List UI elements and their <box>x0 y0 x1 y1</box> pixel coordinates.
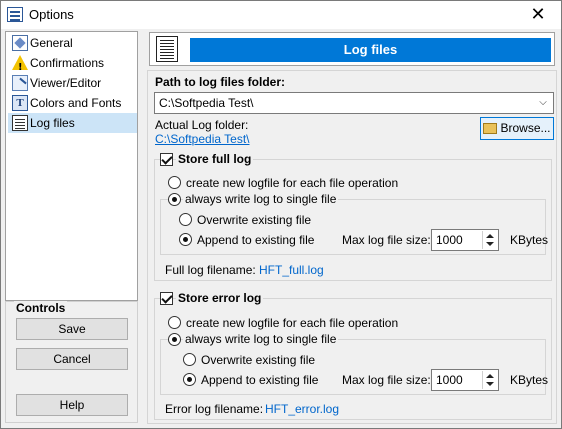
error-log-max-size-label: Max log file size: <box>342 373 431 387</box>
full-log-size-unit: KBytes <box>510 233 549 247</box>
page-header: Log files <box>149 32 555 66</box>
nav-item-general[interactable]: General <box>8 33 137 53</box>
full-log-new-file-label: create new logfile for each file operati… <box>186 176 399 190</box>
spin-buttons[interactable] <box>482 371 497 389</box>
error-log-title: Store error log <box>176 291 264 305</box>
folder-icon <box>483 123 498 135</box>
nav-item-label: Colors and Fonts <box>30 96 122 110</box>
nav-item-label: Viewer/Editor <box>30 76 102 90</box>
error-log-overwrite-label: Overwrite existing file <box>201 353 316 367</box>
full-log-append-label: Append to existing file <box>197 233 315 247</box>
general-settings-icon <box>12 35 28 51</box>
error-log-overwrite-radio[interactable] <box>183 353 196 366</box>
full-log-group: Store full log create new logfile for ea… <box>154 152 552 281</box>
controls-title: Controls <box>14 301 68 315</box>
store-full-log-checkbox[interactable] <box>160 153 173 166</box>
log-file-icon <box>156 36 178 62</box>
browse-button-label: Browse... <box>500 121 551 135</box>
full-log-title: Store full log <box>176 152 254 166</box>
nav-item-label: Log files <box>30 116 75 130</box>
full-log-single-file-label: always write log to single file <box>183 192 339 206</box>
full-log-max-size-stepper[interactable]: 1000 <box>431 229 499 251</box>
error-log-filename: HFT_error.log <box>265 402 340 416</box>
error-log-single-file-radio[interactable] <box>168 333 181 346</box>
full-log-max-size-value: 1000 <box>436 233 463 247</box>
actual-folder-link[interactable]: C:\Softpedia Test\ <box>155 132 250 146</box>
error-log-filename-label: Error log filename: <box>165 402 264 416</box>
log-path-combobox[interactable]: C:\Softpedia Test\ ⌵ <box>154 92 554 114</box>
full-log-max-size-label: Max log file size: <box>342 233 431 247</box>
error-log-single-file-label: always write log to single file <box>183 332 339 346</box>
chevron-down-icon[interactable] <box>486 242 494 246</box>
cancel-button[interactable]: Cancel <box>16 348 128 370</box>
help-button[interactable]: Help <box>16 394 128 416</box>
options-app-icon <box>7 7 23 22</box>
error-log-new-file-radio[interactable] <box>168 316 181 329</box>
log-file-icon <box>12 115 28 131</box>
cancel-button-label: Cancel <box>53 352 91 366</box>
error-log-new-file-label: create new logfile for each file operati… <box>186 316 399 330</box>
store-error-log-checkbox[interactable] <box>160 292 173 305</box>
full-log-append-radio[interactable] <box>179 233 192 246</box>
full-log-single-file-group: always write log to single file Overwrit… <box>160 192 549 255</box>
full-log-single-file-radio[interactable] <box>168 193 181 206</box>
error-log-group: Store error log create new logfile for e… <box>154 291 552 420</box>
font-icon: T <box>12 95 28 111</box>
chevron-down-icon[interactable] <box>486 382 494 386</box>
page-title: Log files <box>190 38 551 62</box>
error-log-max-size-value: 1000 <box>436 373 463 387</box>
nav-item-colors-fonts[interactable]: T Colors and Fonts <box>8 93 137 113</box>
controls-group: Controls Save Cancel Help <box>5 301 138 423</box>
full-log-overwrite-radio[interactable] <box>179 213 192 226</box>
chevron-up-icon[interactable] <box>486 234 494 238</box>
log-path-value: C:\Softpedia Test\ <box>159 96 254 110</box>
close-button[interactable]: ✕ <box>515 1 561 29</box>
chevron-up-icon[interactable] <box>486 374 494 378</box>
error-log-max-size-stepper[interactable]: 1000 <box>431 369 499 391</box>
error-log-size-unit: KBytes <box>510 373 549 387</box>
browse-button[interactable]: Browse... <box>480 117 554 140</box>
path-label: Path to log files folder: <box>155 75 286 89</box>
full-log-filename: HFT_full.log <box>259 263 324 277</box>
full-log-overwrite-label: Overwrite existing file <box>197 213 312 227</box>
window-title: Options <box>29 7 74 22</box>
options-category-list[interactable]: General ! Confirmations Viewer/Editor T … <box>5 31 138 301</box>
save-button[interactable]: Save <box>16 318 128 340</box>
log-files-panel: Path to log files folder: C:\Softpedia T… <box>147 70 557 424</box>
close-icon: ✕ <box>530 4 546 25</box>
chevron-down-icon[interactable]: ⌵ <box>536 93 550 113</box>
full-log-filename-label: Full log filename: <box>165 263 256 277</box>
title-bar: Options ✕ <box>1 1 561 29</box>
options-window: Options ✕ General ! Confirmations Viewer… <box>0 0 562 429</box>
error-log-single-file-group: always write log to single file Overwrit… <box>160 332 549 395</box>
actual-folder-label: Actual Log folder: <box>155 118 249 132</box>
full-log-new-file-radio[interactable] <box>168 176 181 189</box>
spin-buttons[interactable] <box>482 231 497 249</box>
save-button-label: Save <box>58 322 86 336</box>
error-log-append-label: Append to existing file <box>201 373 319 387</box>
nav-item-label: Confirmations <box>30 56 105 70</box>
error-log-append-radio[interactable] <box>183 373 196 386</box>
nav-item-label: General <box>30 36 73 50</box>
edit-icon <box>12 75 28 91</box>
nav-item-confirmations[interactable]: ! Confirmations <box>8 53 137 73</box>
nav-item-log-files[interactable]: Log files <box>8 113 137 133</box>
help-button-label: Help <box>59 398 85 412</box>
nav-item-viewer-editor[interactable]: Viewer/Editor <box>8 73 137 93</box>
